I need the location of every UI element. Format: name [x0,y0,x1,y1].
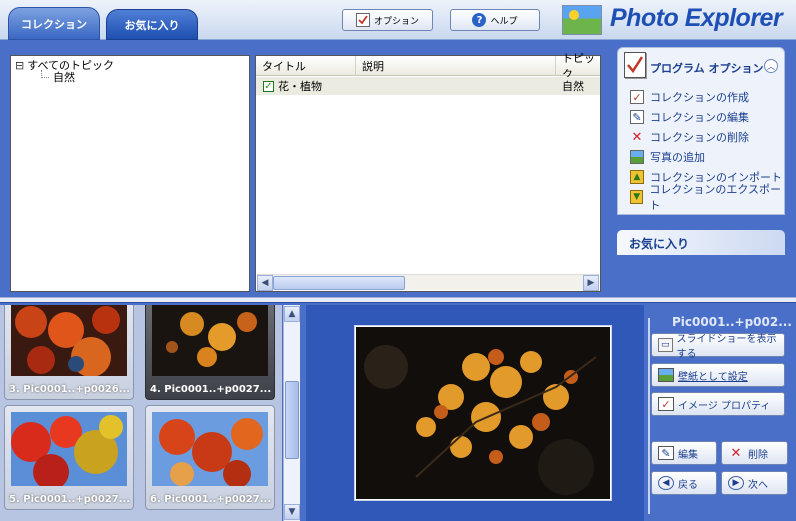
scroll-up-icon[interactable]: ▲ [284,306,300,322]
thumbnail-caption: 5. Pic0001..+p0027... [9,494,131,505]
back-button[interactable]: ◀ 戻る [651,471,717,495]
preview-separator [648,318,650,514]
edit-collection-icon: ✎ [630,110,644,124]
app-title: Photo Explorer [610,4,783,32]
thumbnail-pane: 3. Pic0001..+p0026... 4. Pic0001..+p0027… [0,305,282,521]
help-icon: ? [472,13,487,27]
edit-button[interactable]: ✎ 編集 [651,441,717,465]
tree-child-node[interactable]: 自然 [53,69,75,85]
edit-icon: ✎ [658,446,674,460]
menu-item-label: 写真の追加 [650,151,705,164]
picture-title: Pic0001..+p002... [672,315,792,329]
favorites-panel-title: お気に入り [629,237,690,251]
scroll-left-icon[interactable]: ◀ [257,275,273,291]
properties-icon: ✓ [658,397,674,411]
table-row[interactable]: ✓ 花・植物 自然 [256,77,600,95]
menu-item-export-collection[interactable]: ▼ コレクションのエクスポート [630,183,784,212]
app-logo-icon [562,5,602,35]
topic-tree: ⊟ すべてのトピック 自然 [10,55,250,292]
help-button[interactable]: ? ヘルプ [450,9,540,31]
options-button[interactable]: オプション [342,9,433,31]
thumbnail-item-selected[interactable]: 4. Pic0001..+p0027... [145,305,275,400]
menu-item-label: コレクションの編集 [650,111,749,124]
set-wallpaper-button[interactable]: 壁紙として設定 [651,363,785,387]
tree-connector [41,70,49,78]
next-button[interactable]: ▶ 次へ [721,471,788,495]
menu-item-add-photo[interactable]: 写真の追加 [630,148,705,166]
delete-collection-icon: ✕ [631,129,643,145]
slideshow-label: スライドショーを表示する [676,334,777,360]
favorites-panel[interactable]: お気に入り [617,230,785,255]
scroll-thumb[interactable] [273,276,405,290]
menu-item-delete-collection[interactable]: ✕ コレクションの削除 [630,128,749,146]
help-label: ヘルプ [490,16,518,27]
add-photo-icon [630,150,644,164]
thumbnail-caption: 4. Pic0001..+p0027... [150,384,272,395]
collapse-icon[interactable]: ⊟ [15,59,24,72]
slideshow-button[interactable]: ▭ スライドショーを表示する [651,333,785,360]
delete-icon: ✕ [730,445,742,461]
tab-favorites[interactable]: お気に入り [106,9,198,40]
thumbnail-scrollbar[interactable]: ▲ ▼ [283,305,300,521]
pane-splitter[interactable] [0,297,796,303]
image-properties-button[interactable]: ✓ イメージ プロパティ [651,392,785,416]
collection-list: タイトル 説明 トピック ✓ 花・植物 自然 ◀ ▶ [255,52,601,292]
thumbnail-image [152,412,268,486]
row-title: 花・植物 [278,80,322,93]
preview-frame [354,325,612,501]
menu-item-create-collection[interactable]: ✓ コレクションの作成 [630,88,749,106]
export-icon: ▼ [630,190,644,204]
delete-label: 削除 [748,449,768,461]
preview-pane [306,305,644,521]
thumbnail-caption: 6. Pic0001..+p0027... [150,494,272,505]
collapse-panel-icon[interactable]: ︿ [764,59,778,73]
edit-label: 編集 [678,449,698,461]
scroll-thumb[interactable] [285,381,299,459]
next-arrow-icon: ▶ [728,476,744,490]
row-checkbox[interactable]: ✓ [263,80,274,92]
thumbnail-item[interactable]: 6. Pic0001..+p0027... [145,405,275,510]
thumbnail-item[interactable]: 3. Pic0001..+p0026... [4,305,134,400]
back-arrow-icon: ◀ [658,476,674,490]
wallpaper-label: 壁紙として設定 [678,371,748,383]
menu-item-label: コレクションのエクスポート [649,183,781,212]
slideshow-icon: ▭ [658,338,673,352]
row-topic: 自然 [562,80,584,93]
thumbnail-image [11,412,127,486]
wallpaper-icon [658,368,674,382]
column-header-title[interactable]: タイトル [256,56,356,76]
thumbnail-item[interactable]: 5. Pic0001..+p0027... [4,405,134,510]
program-options-panel: プログラム オプション ︿ ✓ コレクションの作成 ✎ コレクションの編集 ✕ … [617,47,785,215]
import-icon: ▲ [630,170,644,184]
column-header-description[interactable]: 説明 [356,56,556,76]
back-label: 戻る [678,479,698,491]
delete-button[interactable]: ✕ 削除 [721,441,788,465]
program-options-title: プログラム オプション [650,62,764,75]
scroll-right-icon[interactable]: ▶ [583,275,599,291]
tab-collection[interactable]: コレクション [8,7,100,40]
menu-item-label: コレクションの作成 [650,91,749,104]
list-header: タイトル 説明 トピック [256,52,600,81]
thumbnail-image [11,305,127,376]
horizontal-scrollbar[interactable]: ◀ ▶ [257,274,599,291]
menu-item-label: コレクションの削除 [650,131,749,144]
thumbnail-caption: 3. Pic0001..+p0026... [9,384,131,395]
menu-item-edit-collection[interactable]: ✎ コレクションの編集 [630,108,749,126]
options-label: オプション [373,16,419,27]
options-icon [355,13,370,27]
column-header-topic[interactable]: トピック [556,52,600,81]
properties-label: イメージ プロパティ [678,400,771,412]
thumbnail-image [152,305,268,376]
preview-image[interactable] [356,327,610,499]
next-label: 次へ [748,479,768,491]
new-collection-icon: ✓ [630,90,644,104]
scroll-down-icon[interactable]: ▼ [284,504,300,520]
program-options-icon [624,52,646,78]
